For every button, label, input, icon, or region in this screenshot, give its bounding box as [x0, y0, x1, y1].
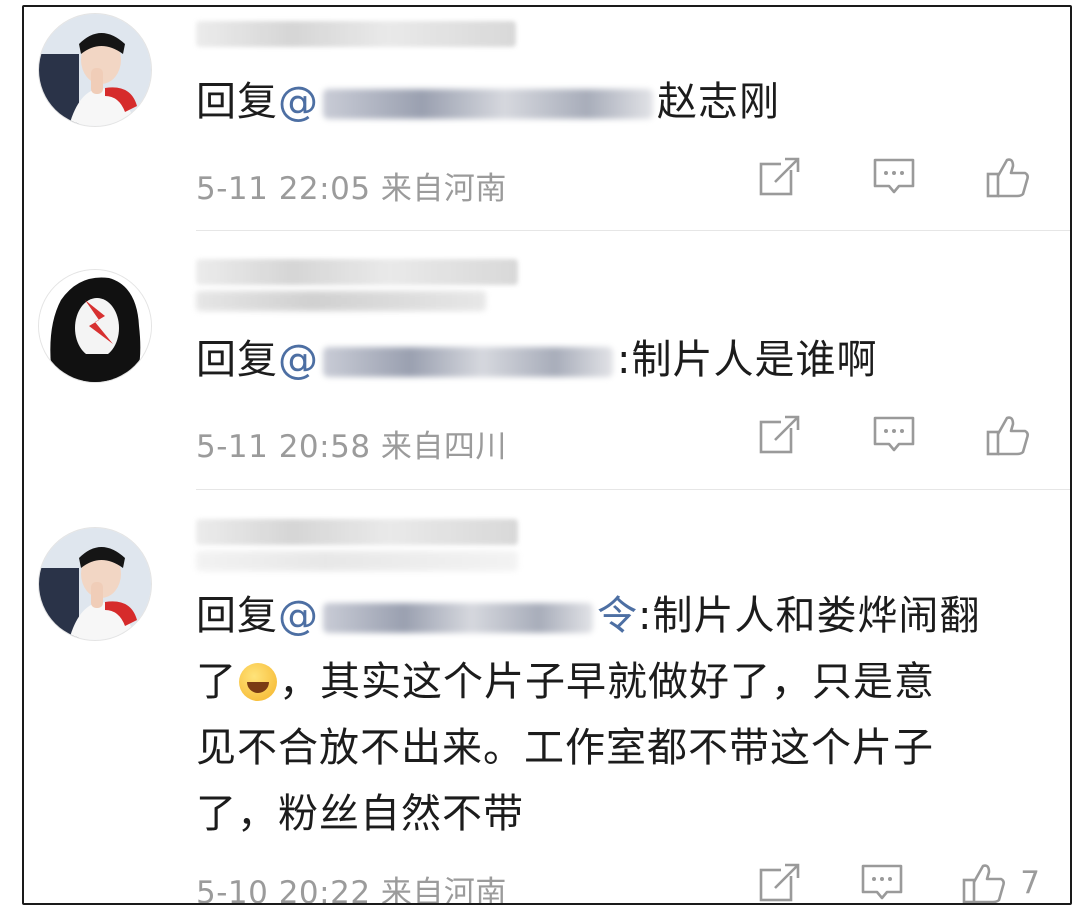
mention-at: @: [278, 79, 319, 125]
comment-meta: 5-11 20:58 来自四川: [196, 421, 507, 466]
mention-at: @: [278, 593, 319, 639]
comment-location: 来自四川: [380, 429, 507, 465]
comment-list: 回复@ 赵志刚 5-11 22:05 来自河南 回复@:制片人是谁啊 5-11…: [22, 5, 1072, 905]
comment-actions: [754, 411, 1034, 459]
comment-icon[interactable]: [868, 411, 920, 459]
like-control[interactable]: 7: [958, 859, 1040, 903]
comment-line: 了 ，其实这个片子早就做好了，只是意: [196, 649, 1030, 715]
mention-at: @: [278, 337, 319, 383]
mention-blurred: [323, 347, 613, 377]
comment-content: ，其实这个片子早就做好了，只是意: [279, 659, 935, 705]
thumbs-up-icon[interactable]: [958, 859, 1010, 903]
username-blurred[interactable]: [196, 21, 516, 47]
username-blurred: [196, 551, 518, 571]
like-control[interactable]: [982, 411, 1034, 459]
laughing-tears-emoji-icon: [239, 663, 277, 701]
like-control[interactable]: [982, 153, 1034, 201]
username-blurred[interactable]: [196, 259, 518, 285]
share-icon[interactable]: [754, 153, 806, 201]
thumbs-up-icon[interactable]: [982, 153, 1034, 201]
user-avatar[interactable]: [38, 13, 152, 127]
username-blurred: [196, 291, 486, 311]
comment-content: :制片人和娄烨闹翻: [638, 593, 981, 639]
comment-line: 回复@ 令:制片人和娄烨闹翻: [196, 583, 1030, 649]
comment-icon[interactable]: [856, 859, 908, 903]
comment-meta: 5-11 22:05 来自河南: [196, 163, 507, 208]
comment-text: 回复@ 令:制片人和娄烨闹翻 了，其实这个片子早就做好了，只是意 见不合放不出来。…: [196, 583, 1030, 847]
comment-time: 5-11 22:05: [196, 171, 371, 207]
comment-actions: [754, 153, 1034, 201]
reply-label: 回复: [196, 593, 278, 639]
comment-content: :制片人是谁啊: [617, 337, 878, 383]
comment-line: 见不合放不出来。工作室都不带这个片子: [196, 725, 934, 771]
mention-link[interactable]: @: [278, 337, 617, 383]
mention-suffix: 令: [597, 593, 638, 639]
user-avatar[interactable]: [38, 269, 152, 383]
comment-divider: [196, 230, 1070, 231]
comment-time: 5-10 20:22: [196, 875, 371, 905]
username-blurred[interactable]: [196, 519, 518, 545]
share-icon[interactable]: [754, 411, 806, 459]
comment-text: 回复@ 赵志刚: [196, 69, 1030, 135]
like-count: 7: [1020, 865, 1040, 901]
thumbs-up-icon[interactable]: [982, 411, 1034, 459]
mention-link[interactable]: @ 令: [278, 593, 638, 639]
comment-meta: 5-10 20:22 来自河南: [196, 867, 507, 905]
comment-text: 回复@ :制片人是谁啊: [196, 327, 1030, 393]
comment-content: 了: [196, 659, 237, 705]
share-icon[interactable]: [754, 859, 806, 903]
comment-icon[interactable]: [868, 153, 920, 201]
mention-link[interactable]: @: [278, 79, 657, 125]
user-avatar[interactable]: [38, 527, 152, 641]
mention-blurred: [323, 89, 653, 119]
comment-time: 5-11 20:58: [196, 429, 371, 465]
comment-location: 来自河南: [380, 171, 507, 207]
comment-content: 赵志刚: [657, 79, 780, 125]
comment-line: 了，粉丝自然不带: [196, 791, 524, 837]
reply-label: 回复: [196, 79, 278, 125]
comment-location: 来自河南: [380, 875, 507, 905]
reply-label: 回复: [196, 337, 278, 383]
comment-actions: 7: [754, 859, 1040, 903]
comment-divider: [196, 489, 1070, 490]
mention-blurred: [323, 603, 593, 633]
